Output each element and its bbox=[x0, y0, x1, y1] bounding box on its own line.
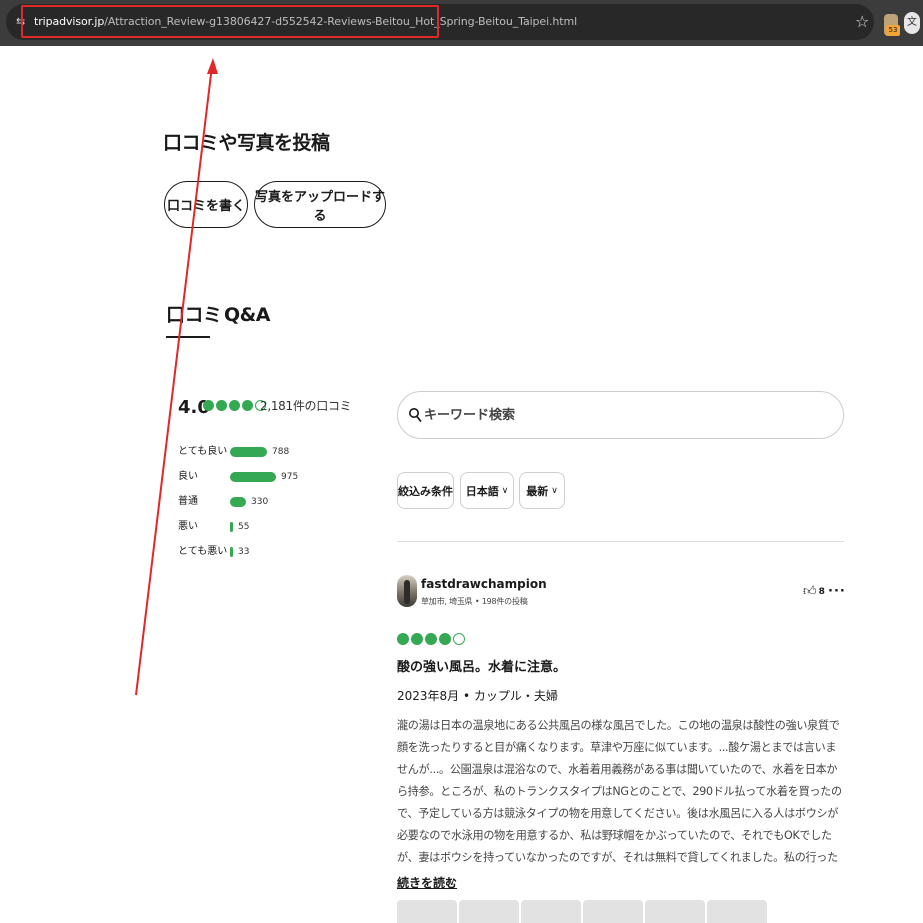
filled-bubble-icon bbox=[439, 633, 451, 645]
review-photo-thumbnail[interactable] bbox=[707, 900, 767, 923]
rating-level-count: 55 bbox=[238, 522, 250, 532]
reviewer-name[interactable]: fastdrawchampion bbox=[421, 576, 547, 592]
sort-dropdown[interactable]: 最新 ∨ bbox=[519, 472, 565, 509]
avatar-figure bbox=[404, 580, 410, 604]
rating-level-count: 975 bbox=[281, 472, 299, 482]
thumbs-up-icon: 👍︎ bbox=[803, 584, 817, 599]
rating-distribution-bar bbox=[230, 472, 276, 482]
rating-level-label: とても良い bbox=[178, 446, 228, 457]
browser-toolbar: ⇆ tripadvisor.jp/Attraction_Review-g1380… bbox=[0, 0, 923, 46]
search-icon bbox=[409, 408, 422, 422]
filled-bubble-icon bbox=[242, 400, 253, 411]
filled-bubble-icon bbox=[203, 400, 214, 411]
filled-bubble-icon bbox=[411, 633, 423, 645]
extension-badge: 53 bbox=[886, 25, 900, 36]
upload-photo-button[interactable]: 写真をアップロードする bbox=[254, 181, 386, 228]
review-count[interactable]: 2,181件の口コミ bbox=[260, 398, 352, 414]
rating-level-count: 788 bbox=[272, 447, 290, 457]
site-settings-icon[interactable]: ⇆ bbox=[16, 16, 28, 28]
rating-level-count: 330 bbox=[251, 497, 269, 507]
post-section-title: 口コミや写真を投稿 bbox=[163, 132, 330, 154]
rating-level-label: 普通 bbox=[178, 496, 198, 507]
more-options-icon[interactable]: ··· bbox=[828, 584, 846, 600]
search-input[interactable] bbox=[424, 404, 824, 426]
profile-avatar[interactable]: 文 bbox=[904, 12, 920, 34]
url-host: tripadvisor.jp bbox=[34, 15, 105, 28]
chevron-down-icon: ∨ bbox=[501, 485, 509, 496]
filled-bubble-icon bbox=[397, 633, 409, 645]
reviewer-meta: 草加市, 埼玉県 • 198件の投稿 bbox=[421, 597, 528, 606]
review-photo-thumbnail[interactable] bbox=[459, 900, 519, 923]
rating-level-label: とても悪い bbox=[178, 546, 228, 557]
rating-distribution-bar bbox=[230, 547, 233, 557]
review-photo-thumbnail[interactable] bbox=[521, 900, 581, 923]
address-bar[interactable]: ⇆ tripadvisor.jp/Attraction_Review-g1380… bbox=[6, 4, 874, 40]
write-review-button[interactable]: 口コミを書く bbox=[164, 181, 248, 228]
filled-bubble-icon bbox=[216, 400, 227, 411]
rating-distribution-bar bbox=[230, 522, 233, 532]
empty-bubble-icon bbox=[453, 633, 465, 645]
visit-info: 2023年8月 • カップル・夫婦 bbox=[397, 689, 558, 703]
rating-distribution-bar bbox=[230, 497, 246, 507]
active-tab-indicator bbox=[166, 336, 210, 338]
bookmark-star-icon[interactable]: ☆ bbox=[855, 13, 869, 31]
review-title[interactable]: 酸の強い風呂。水着に注意。 bbox=[397, 659, 566, 677]
keyword-search-box[interactable] bbox=[397, 391, 844, 439]
sort-label: 最新 bbox=[526, 484, 549, 498]
review-photo-thumbnail[interactable] bbox=[645, 900, 705, 923]
rating-level-label: 悪い bbox=[178, 521, 198, 532]
chevron-down-icon: ∨ bbox=[448, 877, 456, 888]
rating-distribution-bar bbox=[230, 447, 267, 457]
rating-level-count: 33 bbox=[238, 547, 250, 557]
helpful-vote-button[interactable]: 👍︎ 8 bbox=[803, 584, 825, 600]
chevron-down-icon: ∨ bbox=[551, 485, 558, 496]
helpful-count: 8 bbox=[818, 587, 825, 597]
url-text[interactable]: tripadvisor.jp/Attraction_Review-g138064… bbox=[34, 14, 577, 30]
section-divider bbox=[397, 541, 844, 542]
language-label: 日本語 bbox=[465, 484, 499, 498]
review-photo-thumbnail[interactable] bbox=[397, 900, 457, 923]
filter-button[interactable]: 絞込み条件 bbox=[397, 472, 454, 509]
tab-reviews[interactable]: 口コミ bbox=[166, 302, 222, 328]
url-path: /Attraction_Review-g13806427-d552542-Rev… bbox=[104, 15, 578, 28]
filled-bubble-icon bbox=[229, 400, 240, 411]
reviewer-avatar[interactable] bbox=[397, 575, 417, 607]
review-rating-bubbles bbox=[397, 633, 465, 645]
language-dropdown[interactable]: 日本語 ∨ bbox=[460, 472, 514, 509]
rating-bubbles bbox=[203, 400, 266, 411]
filter-label: 絞込み条件 bbox=[398, 484, 453, 498]
filled-bubble-icon bbox=[425, 633, 437, 645]
tab-qa[interactable]: Q&A bbox=[224, 302, 270, 328]
rating-level-label: 良い bbox=[178, 471, 198, 482]
review-body: 瀧の湯は日本の温泉地にある公共風呂の様な風呂でした。この地の温泉は酸性の強い泉質… bbox=[397, 719, 842, 864]
review-photo-thumbnail[interactable] bbox=[583, 900, 643, 923]
